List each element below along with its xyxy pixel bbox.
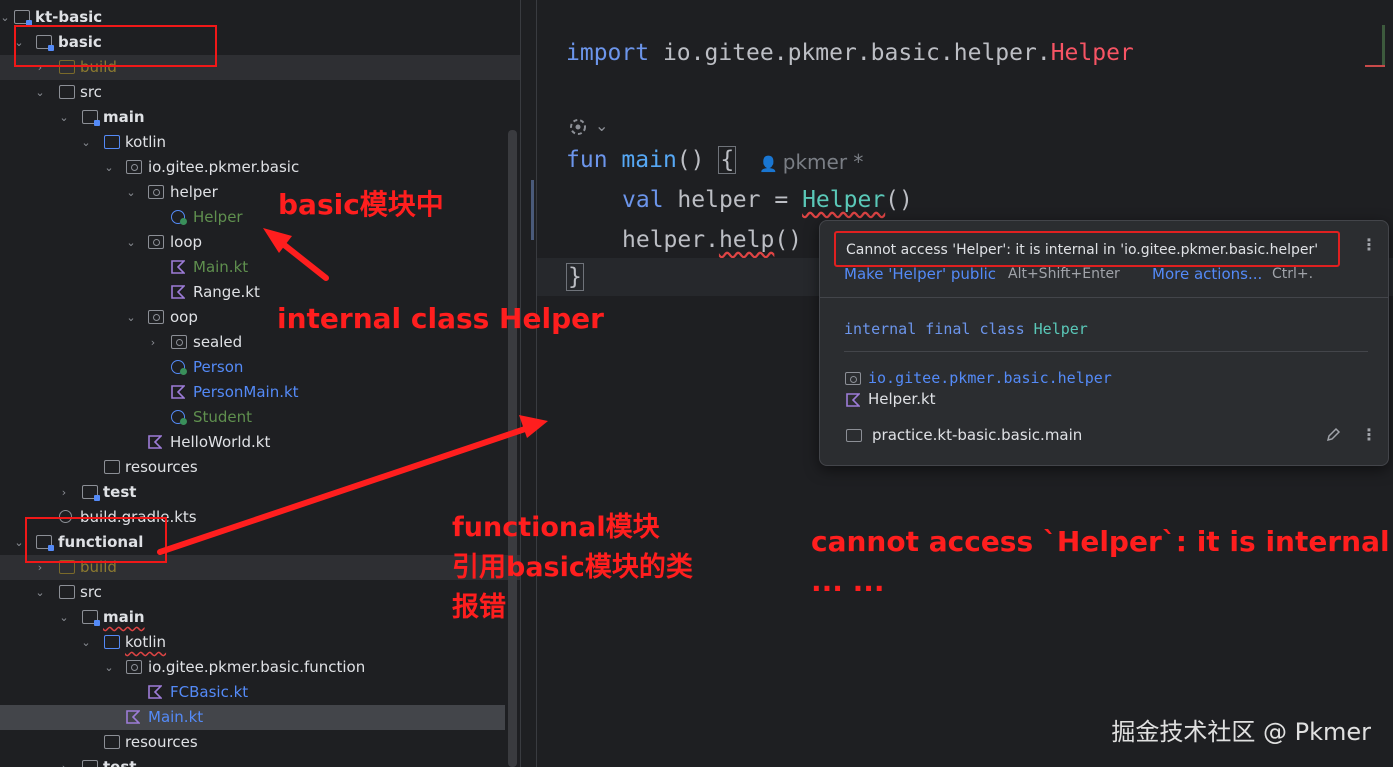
watermark: 掘金技术社区 @ Pkmer <box>1111 718 1371 746</box>
annotation-basic-module: basic模块中 <box>278 188 444 221</box>
annotation-functional-line1: functional模块 <box>452 512 660 543</box>
annotation-arrows <box>157 228 548 555</box>
annotation-cannot-access-line2: ... ... <box>811 565 885 598</box>
annotation-cannot-access-line1: cannot access `Helper`: it is internal i… <box>811 525 1393 558</box>
annotation-functional-line2: 引用basic模块的类 <box>452 552 693 583</box>
annotation-internal-class: internal class Helper <box>277 302 604 335</box>
annotation-functional-line3: 报错 <box>452 592 506 623</box>
annotation-functional: functional模块 引用basic模块的类 报错 <box>452 508 693 628</box>
annotation-cannot-access: cannot access `Helper`: it is internal i… <box>811 522 1393 602</box>
